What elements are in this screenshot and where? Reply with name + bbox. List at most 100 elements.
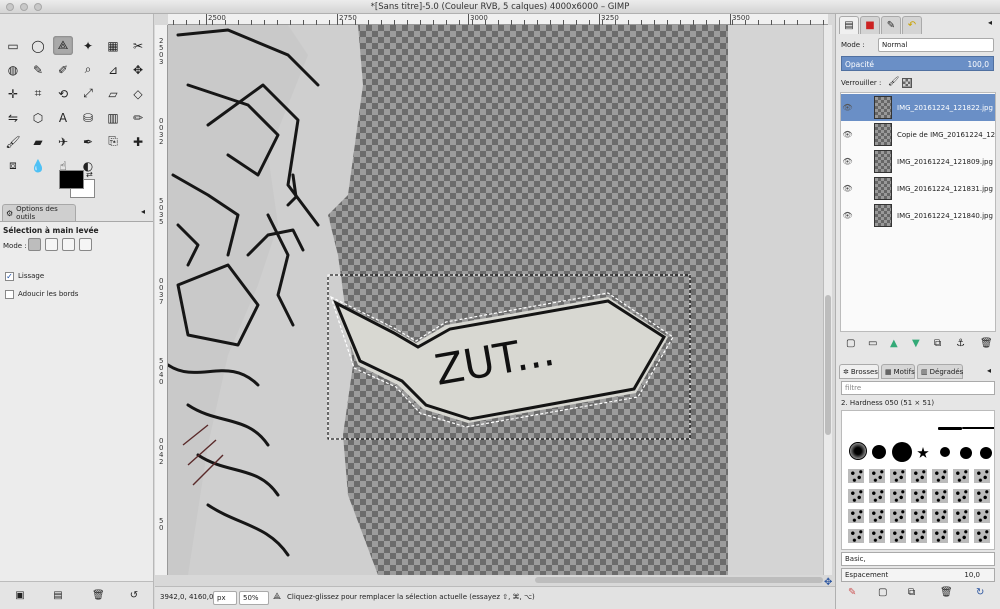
- feather-checkbox[interactable]: [5, 290, 14, 299]
- brush-preview[interactable]: [911, 489, 927, 503]
- tab-channels[interactable]: ■: [860, 16, 880, 34]
- vertical-scroll-thumb[interactable]: [825, 295, 831, 435]
- tab-gradients[interactable]: ▥ Dégradés: [917, 364, 963, 379]
- brush-preview[interactable]: [849, 442, 867, 460]
- cage-icon[interactable]: ⬡: [28, 108, 48, 127]
- brush-preview[interactable]: [892, 442, 912, 462]
- brush-preview[interactable]: [932, 529, 948, 543]
- brush-filter-input[interactable]: filtre: [841, 381, 995, 395]
- new-layer-icon[interactable]: ▢: [846, 338, 855, 349]
- brush-preview[interactable]: [974, 529, 990, 543]
- delete-brush-icon[interactable]: 🗑: [940, 587, 953, 598]
- brush-preview[interactable]: [974, 489, 990, 503]
- fuzzy-select-icon[interactable]: ✦: [78, 36, 98, 55]
- smoothing-checkbox[interactable]: ✓: [5, 272, 14, 281]
- brush-preview[interactable]: [848, 469, 864, 483]
- brushes-menu-icon[interactable]: ◂: [987, 366, 991, 375]
- anchor-layer-icon[interactable]: ⚓: [956, 338, 965, 349]
- brush-preview[interactable]: [911, 529, 927, 543]
- save-options-icon[interactable]: ▣: [14, 590, 26, 602]
- reset-options-icon[interactable]: ↺: [128, 590, 140, 602]
- new-brush-icon[interactable]: ▢: [878, 587, 887, 598]
- rect-select-icon[interactable]: ▭: [3, 36, 23, 55]
- flip-icon[interactable]: ⇋: [3, 108, 23, 127]
- heal-icon[interactable]: ✚: [128, 132, 148, 151]
- foreground-select-icon[interactable]: ◍: [3, 60, 23, 79]
- layer-row[interactable]: 👁 Copie de IMG_20161224_121822.jpg: [841, 121, 995, 148]
- tab-layers[interactable]: ▤: [839, 16, 859, 34]
- horizontal-ruler[interactable]: 2500275030003250350037504000: [168, 14, 1000, 25]
- tab-tool-options[interactable]: ⚙ Options des outils: [2, 204, 76, 221]
- ellipse-select-icon[interactable]: ◯: [28, 36, 48, 55]
- tab-undo[interactable]: ↶: [902, 16, 922, 34]
- delete-options-icon[interactable]: 🗑: [92, 590, 105, 602]
- brush-preview[interactable]: [953, 489, 969, 503]
- layer-row[interactable]: 👁 IMG_20161224_121840.jpg: [841, 202, 995, 229]
- zoom-select[interactable]: 50%: [239, 591, 269, 605]
- image-canvas[interactable]: ZUT...: [168, 25, 824, 575]
- scissors-icon[interactable]: ✂: [128, 36, 148, 55]
- layer-row[interactable]: 👁 IMG_20161224_121822.jpg: [841, 94, 995, 121]
- layer-row[interactable]: 👁 IMG_20161224_121809.jpg: [841, 148, 995, 175]
- tab-paths[interactable]: ✎: [881, 16, 901, 34]
- brush-preview[interactable]: [872, 445, 886, 459]
- eye-icon[interactable]: 👁: [841, 103, 854, 112]
- shear-icon[interactable]: ▱: [103, 84, 123, 103]
- align-icon[interactable]: ✛: [3, 84, 23, 103]
- clone-icon[interactable]: ⎘: [103, 132, 123, 151]
- brush-preview[interactable]: [917, 447, 929, 458]
- dock-menu-icon[interactable]: ◂: [988, 18, 992, 27]
- brush-preview[interactable]: [911, 469, 927, 483]
- mode-subtract-button[interactable]: [62, 238, 75, 251]
- brush-preview[interactable]: [848, 529, 864, 543]
- brush-preview[interactable]: [960, 447, 972, 459]
- layer-mode-select[interactable]: Normal: [878, 38, 994, 52]
- brush-preview[interactable]: [890, 489, 906, 503]
- mode-intersect-button[interactable]: [79, 238, 92, 251]
- eye-icon[interactable]: 👁: [841, 130, 854, 139]
- color-select-icon[interactable]: ▦: [103, 36, 123, 55]
- crop-icon[interactable]: ⌗: [28, 84, 48, 103]
- rotate-icon[interactable]: ⟲: [53, 84, 73, 103]
- measure-icon[interactable]: ⊿: [103, 60, 123, 79]
- brush-preview[interactable]: [869, 509, 885, 523]
- layer-row[interactable]: 👁 IMG_20161224_121831.jpg: [841, 175, 995, 202]
- bucket-fill-icon[interactable]: ⛁: [78, 108, 98, 127]
- lock-alpha-icon[interactable]: [902, 78, 912, 88]
- blend-icon[interactable]: ▥: [103, 108, 123, 127]
- color-picker-icon[interactable]: ✐: [53, 60, 73, 79]
- brush-preview[interactable]: [869, 469, 885, 483]
- tab-brushes[interactable]: ✲ Brosses: [839, 364, 879, 379]
- paintbrush-icon[interactable]: 🖌: [3, 132, 23, 151]
- brush-grid[interactable]: [841, 410, 995, 550]
- brush-preview[interactable]: [974, 509, 990, 523]
- horizontal-scroll-thumb[interactable]: [535, 577, 823, 583]
- vertical-scrollbar[interactable]: [823, 25, 832, 575]
- zoom-icon[interactable]: ⌕: [78, 60, 98, 79]
- refresh-brushes-icon[interactable]: ↻: [976, 587, 984, 598]
- text-icon[interactable]: A: [53, 108, 73, 127]
- brush-preview[interactable]: [890, 469, 906, 483]
- airbrush-icon[interactable]: ✈: [53, 132, 73, 151]
- brush-preview[interactable]: [911, 509, 927, 523]
- spacing-slider[interactable]: Espacement 10,0: [841, 568, 995, 582]
- move-icon[interactable]: ✥: [128, 60, 148, 79]
- brush-preview[interactable]: [848, 509, 864, 523]
- brush-preview[interactable]: [932, 509, 948, 523]
- brush-preview[interactable]: [938, 427, 962, 430]
- raise-layer-icon[interactable]: ▲: [890, 338, 898, 349]
- brush-preview[interactable]: [940, 447, 950, 457]
- free-select-icon[interactable]: ⟁: [53, 36, 73, 55]
- brush-preview[interactable]: [932, 489, 948, 503]
- opacity-slider[interactable]: Opacité 100,0: [841, 56, 994, 71]
- vertical-ruler[interactable]: 25030032503500375040004250: [155, 25, 168, 575]
- ink-icon[interactable]: ✒: [78, 132, 98, 151]
- panel-menu-icon[interactable]: ◂: [141, 207, 145, 216]
- swap-colors-icon[interactable]: ⇄: [86, 170, 93, 179]
- lower-layer-icon[interactable]: ▼: [912, 338, 920, 349]
- brush-preview[interactable]: [980, 447, 992, 459]
- perspective-icon[interactable]: ◇: [128, 84, 148, 103]
- edit-brush-icon[interactable]: ✎: [848, 587, 856, 598]
- scale-icon[interactable]: ⤢: [78, 84, 98, 103]
- brush-preview[interactable]: [869, 489, 885, 503]
